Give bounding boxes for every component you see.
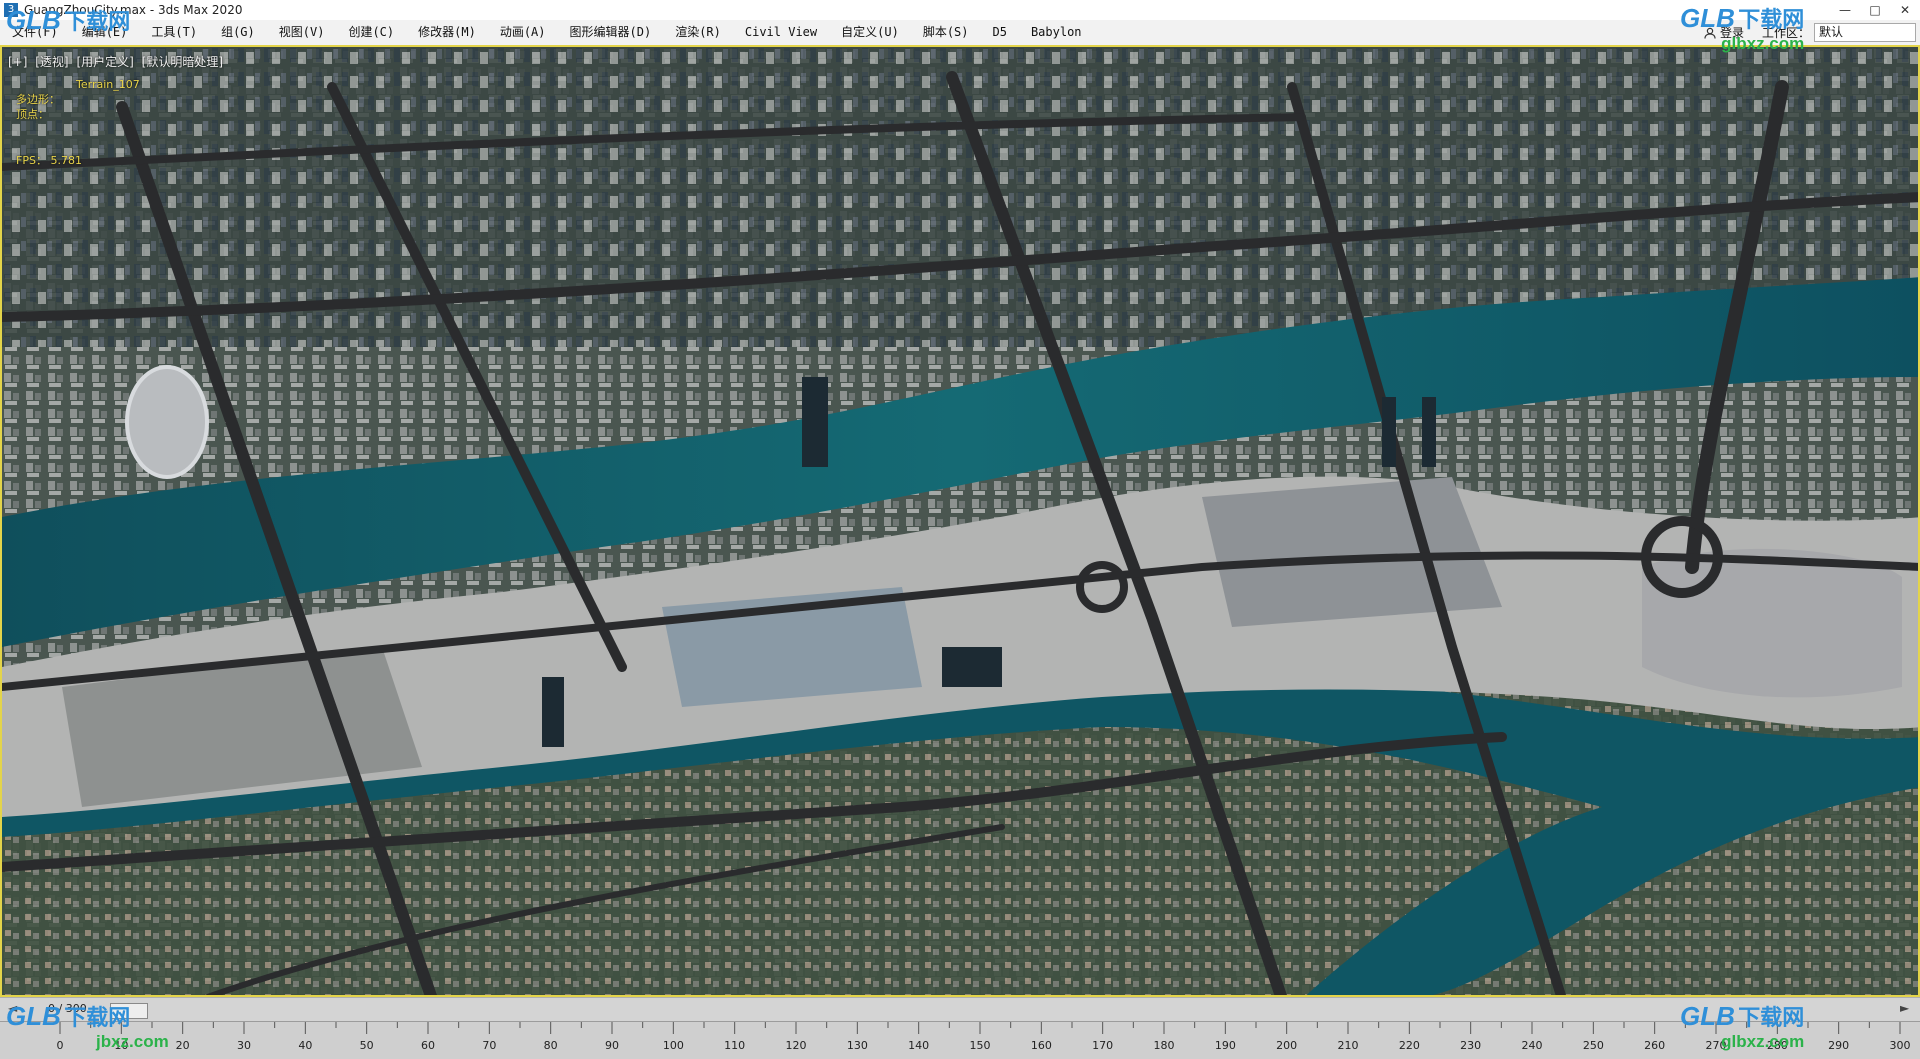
menu-rendering[interactable]: 渲染(R) — [663, 20, 733, 45]
city-scene — [2, 47, 1918, 995]
menu-modifiers[interactable]: 修改器(M) — [406, 20, 488, 45]
window-controls: — □ ✕ — [1830, 0, 1920, 20]
menu-graph-editors[interactable]: 图形编辑器(D) — [558, 20, 664, 45]
ruler-label: 80 — [543, 1039, 558, 1052]
ruler-label: 50 — [359, 1039, 374, 1052]
viewport-user-defined[interactable]: [用户定义] — [76, 55, 133, 69]
menu-scripting[interactable]: 脚本(S) — [911, 20, 981, 45]
track-ruler[interactable]: 0 10 20 30 40 50 60 70 80 90 100 110 120 130 140 150 160… — [0, 1021, 1920, 1059]
menu-d5[interactable]: D5 — [981, 20, 1019, 45]
menu-group[interactable]: 组(G) — [209, 20, 267, 45]
ruler-label: 90 — [605, 1039, 619, 1052]
maximize-button[interactable]: □ — [1860, 0, 1890, 20]
ruler-label: 100 — [662, 1039, 684, 1052]
minimize-button[interactable]: — — [1830, 0, 1860, 20]
ruler-label: 150 — [969, 1039, 991, 1052]
ruler-label: 240 — [1521, 1039, 1543, 1052]
object-name: Terrain_107 — [76, 78, 140, 91]
menu-edit[interactable]: 编辑(E) — [70, 20, 140, 45]
time-slider-bar: ◄ 0 / 300 ► — [0, 997, 1920, 1022]
perspective-viewport[interactable]: [+] [透视] [用户定义] [默认明暗处理] Terrain_107 多边形… — [0, 45, 1920, 997]
time-slider[interactable] — [110, 1003, 148, 1019]
menu-babylon[interactable]: Babylon — [1019, 20, 1094, 45]
ruler-label: 70 — [482, 1039, 497, 1052]
ruler-label: 250 — [1582, 1039, 1604, 1052]
window-title: GuangZhouCity.max - 3ds Max 2020 — [24, 3, 243, 17]
ruler-label: 190 — [1214, 1039, 1236, 1052]
app-icon: 3 — [4, 3, 18, 17]
ruler-label: 280 — [1766, 1039, 1788, 1052]
ruler-label: 230 — [1460, 1039, 1482, 1052]
ruler-ticks — [59, 1022, 1901, 1034]
ruler-label: 20 — [175, 1039, 190, 1052]
menu-civil-view[interactable]: Civil View — [733, 20, 829, 45]
ruler-label: 160 — [1030, 1039, 1052, 1052]
viewport-label[interactable]: [+] [透视] [用户定义] [默认明暗处理] — [8, 53, 227, 70]
ruler-label: 260 — [1644, 1039, 1666, 1052]
menu-bar: 文件(F) 编辑(E) 工具(T) 组(G) 视图(V) 创建(C) 修改器(M… — [0, 20, 1920, 46]
ruler-label: 0 — [56, 1039, 64, 1052]
ruler-label: 140 — [908, 1039, 930, 1052]
ruler-label: 30 — [237, 1039, 251, 1052]
scene-stats: Terrain_107 多边形： 顶点： — [16, 77, 140, 122]
ruler-label: 120 — [785, 1039, 807, 1052]
ruler-label: 170 — [1092, 1039, 1114, 1052]
menu-file[interactable]: 文件(F) — [0, 20, 70, 45]
menu-right-group: 登录 工作区： 默认 — [1690, 20, 1920, 45]
ruler-label: 130 — [846, 1039, 868, 1052]
verts-label: 顶点： — [16, 108, 49, 121]
stats-object: Terrain_107 — [16, 77, 140, 92]
ruler-label: 200 — [1276, 1039, 1298, 1052]
fps-value: 5.781 — [50, 154, 82, 167]
menu-create[interactable]: 创建(C) — [336, 20, 406, 45]
ruler-label: 40 — [298, 1039, 313, 1052]
workspace-select[interactable]: 默认 — [1814, 23, 1916, 42]
ruler-label: 220 — [1398, 1039, 1420, 1052]
fps-label: FPS： — [16, 154, 47, 167]
ruler-label: 180 — [1153, 1039, 1175, 1052]
title-bar: 3 GuangZhouCity.max - 3ds Max 2020 — □ ✕ — [0, 0, 1920, 21]
chevron-left-icon[interactable]: ◄ — [8, 1001, 17, 1015]
user-icon — [1704, 27, 1716, 39]
login-button[interactable]: 登录 — [1690, 24, 1758, 41]
fps-readout: FPS： 5.781 — [16, 152, 82, 168]
login-label: 登录 — [1719, 26, 1744, 40]
ruler-label: 210 — [1337, 1039, 1359, 1052]
workspace-label: 工作区： — [1761, 26, 1810, 40]
stats-polys: 多边形： — [16, 92, 140, 107]
close-button[interactable]: ✕ — [1890, 0, 1920, 20]
ruler-label: 270 — [1705, 1039, 1727, 1052]
frame-counter: 0 / 300 — [48, 1002, 87, 1015]
ruler-label: 60 — [421, 1039, 435, 1052]
ruler-label: 110 — [724, 1039, 746, 1052]
menu-animation[interactable]: 动画(A) — [488, 20, 558, 45]
chevron-right-icon[interactable]: ► — [1900, 1001, 1909, 1015]
polys-label: 多边形： — [16, 93, 60, 106]
menu-tools[interactable]: 工具(T) — [139, 20, 209, 45]
ruler-label: 10 — [114, 1039, 129, 1052]
menu-views[interactable]: 视图(V) — [267, 20, 337, 45]
ruler-label: 290 — [1828, 1039, 1850, 1052]
viewport-pov[interactable]: [透视] — [35, 55, 68, 69]
ruler-label: 300 — [1889, 1039, 1911, 1052]
viewport-plus[interactable]: [+] — [8, 55, 27, 69]
stats-verts: 顶点： — [16, 107, 140, 122]
viewport-shading[interactable]: [默认明暗处理] — [142, 55, 223, 69]
menu-customize[interactable]: 自定义(U) — [829, 20, 911, 45]
